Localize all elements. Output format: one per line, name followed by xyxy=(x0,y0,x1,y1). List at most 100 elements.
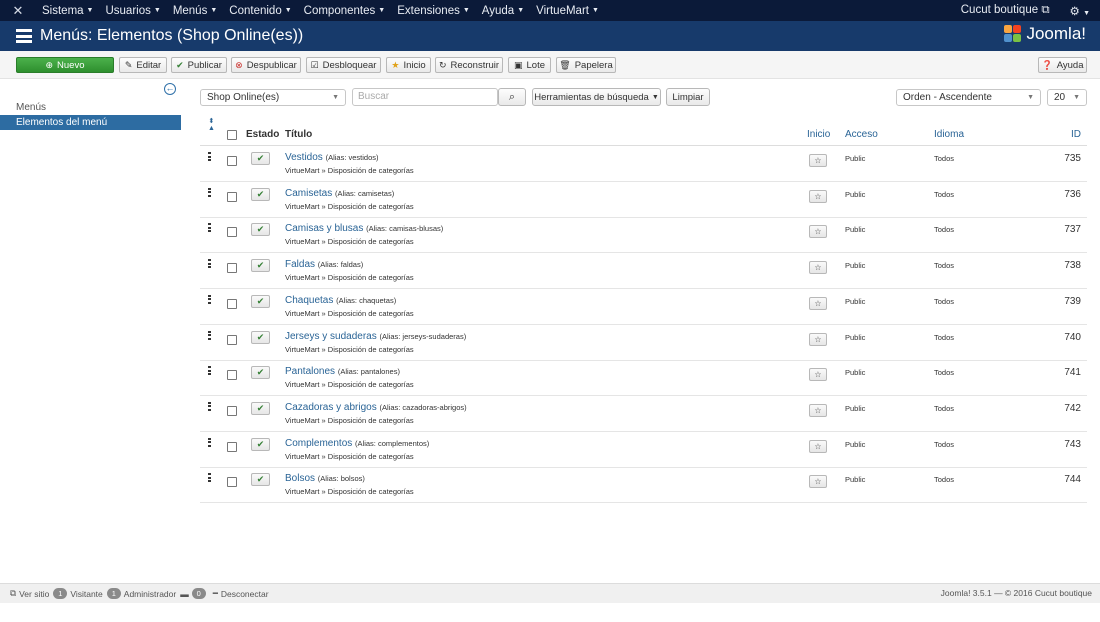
item-title-link[interactable]: Chaquetas xyxy=(285,295,333,306)
edit-button[interactable]: ✎ Editar xyxy=(119,57,167,73)
published-toggle[interactable]: ✔ xyxy=(251,366,270,380)
home-button[interactable]: ★ Inicio xyxy=(386,57,431,73)
ordering-select[interactable]: Orden - Ascendente ▼ xyxy=(896,89,1041,106)
logout-link[interactable]: ━ Desconectar xyxy=(213,588,269,599)
messages-status[interactable]: ▬ 0 xyxy=(180,588,209,599)
view-site-link[interactable]: ⧉ Ver sitio xyxy=(10,588,49,599)
item-access: Public xyxy=(845,261,866,271)
set-home-button[interactable]: ☆ xyxy=(809,332,827,346)
collapse-sidebar-icon[interactable]: ← xyxy=(164,83,176,95)
item-title-link[interactable]: Camisetas xyxy=(285,188,332,199)
column-home[interactable]: Inicio xyxy=(807,129,830,140)
set-home-button[interactable]: ☆ xyxy=(809,475,827,489)
item-alias: (Alias: chaquetas) xyxy=(336,295,397,305)
alias-value: cazadoras-abrigos xyxy=(402,402,465,412)
help-button[interactable]: ❓ Ayuda xyxy=(1038,57,1087,73)
drag-handle-icon[interactable] xyxy=(208,401,211,411)
new-button[interactable]: ⊕ Nuevo xyxy=(16,57,114,73)
item-title-link[interactable]: Vestidos xyxy=(285,152,323,163)
set-home-button[interactable]: ☆ xyxy=(809,154,827,167)
topmenu-3[interactable]: Contenido ▼ xyxy=(223,5,297,17)
set-home-button[interactable]: ☆ xyxy=(809,296,827,310)
search-tools-button[interactable]: Herramientas de búsqueda ▼ xyxy=(532,88,661,106)
drag-handle-icon[interactable] xyxy=(208,223,211,233)
published-toggle[interactable]: ✔ xyxy=(251,437,270,451)
row-checkbox[interactable] xyxy=(227,156,237,166)
rebuild-button[interactable]: ↻ Reconstruir xyxy=(435,57,503,73)
joomla-x-icon[interactable]: ✕ xyxy=(0,3,36,19)
published-toggle[interactable]: ✔ xyxy=(251,152,270,165)
checkin-button[interactable]: ☑ Desbloquear xyxy=(306,57,381,73)
publish-button[interactable]: ✔ Publicar xyxy=(171,57,227,73)
published-toggle[interactable]: ✔ xyxy=(251,401,270,415)
alias-prefix: (Alias: xyxy=(336,295,360,305)
row-checkbox[interactable] xyxy=(227,441,237,452)
set-home-button[interactable]: ☆ xyxy=(809,403,827,417)
row-checkbox[interactable] xyxy=(227,370,237,381)
set-home-button[interactable]: ☆ xyxy=(809,368,827,382)
drag-handle-icon[interactable] xyxy=(208,187,211,197)
published-toggle[interactable]: ✔ xyxy=(251,330,270,344)
set-home-button[interactable]: ☆ xyxy=(809,439,827,453)
caret-down-icon: ▼ xyxy=(86,6,94,14)
drag-handle-icon[interactable] xyxy=(208,437,211,447)
column-language[interactable]: Idioma xyxy=(934,129,964,140)
alias-value: faldas xyxy=(340,260,361,270)
set-home-button[interactable]: ☆ xyxy=(809,225,827,239)
item-title-link[interactable]: Faldas xyxy=(285,259,315,270)
limit-select[interactable]: 20 ▼ xyxy=(1047,89,1087,106)
trash-button[interactable]: 🗑 Papelera xyxy=(556,57,616,73)
item-title-link[interactable]: Bolsos xyxy=(285,473,315,484)
topmenu-4[interactable]: Componentes ▼ xyxy=(298,5,392,17)
unpublish-button[interactable]: ⊗ Despublicar xyxy=(231,57,301,73)
row-checkbox[interactable] xyxy=(227,191,237,202)
select-all-checkbox[interactable] xyxy=(227,130,237,140)
search-input[interactable]: Buscar xyxy=(352,88,498,106)
settings-menu[interactable]: ⚙ ▼ xyxy=(1060,4,1100,18)
drag-handle-icon[interactable] xyxy=(208,366,211,376)
published-toggle[interactable]: ✔ xyxy=(251,223,270,237)
row-checkbox[interactable] xyxy=(227,405,237,416)
column-id[interactable]: ID xyxy=(1071,129,1081,140)
set-home-button[interactable]: ☆ xyxy=(809,261,827,275)
row-checkbox[interactable] xyxy=(227,334,237,345)
drag-handle-icon[interactable] xyxy=(208,259,211,269)
item-title-link[interactable]: Pantalones xyxy=(285,366,335,377)
drag-handle-icon[interactable] xyxy=(208,152,211,161)
drag-handle-icon[interactable] xyxy=(208,473,211,483)
item-title-link[interactable]: Complementos xyxy=(285,438,352,449)
clear-button[interactable]: Limpiar xyxy=(666,88,710,106)
sidebar-item-menu-items[interactable]: Elementos del menú xyxy=(0,115,181,130)
column-access[interactable]: Acceso xyxy=(845,129,878,140)
topmenu-5[interactable]: Extensiones ▼ xyxy=(391,5,476,17)
row-checkbox[interactable] xyxy=(227,263,237,274)
row-checkbox[interactable] xyxy=(227,227,237,238)
drag-handle-icon[interactable] xyxy=(208,330,211,340)
published-toggle[interactable]: ✔ xyxy=(251,259,270,273)
star-outline-icon: ☆ xyxy=(814,334,822,344)
set-home-button[interactable]: ☆ xyxy=(809,189,827,203)
item-title-link[interactable]: Cazadoras y abrigos xyxy=(285,402,377,413)
alias-value: pantalones xyxy=(360,367,398,377)
published-toggle[interactable]: ✔ xyxy=(251,473,270,487)
item-title-link[interactable]: Jerseys y sudaderas xyxy=(285,331,377,342)
topmenu-2[interactable]: Menús ▼ xyxy=(167,5,223,17)
topmenu-0[interactable]: Sistema ▼ xyxy=(36,5,99,17)
item-alias: (Alias: bolsos) xyxy=(317,474,365,484)
published-toggle[interactable]: ✔ xyxy=(251,294,270,308)
column-status[interactable]: Estado xyxy=(246,129,279,140)
search-button[interactable]: ⌕ xyxy=(498,88,526,106)
topmenu-1[interactable]: Usuarios ▼ xyxy=(99,5,166,17)
drag-handle-icon[interactable] xyxy=(208,294,211,304)
row-checkbox[interactable] xyxy=(227,477,237,488)
topmenu-7[interactable]: VirtueMart ▼ xyxy=(530,5,605,17)
item-title-link[interactable]: Camisas y blusas xyxy=(285,223,363,234)
menu-select[interactable]: Shop Online(es) ▼ xyxy=(200,89,346,106)
batch-button[interactable]: ▣ Lote xyxy=(508,57,551,73)
row-checkbox[interactable] xyxy=(227,298,237,309)
site-link[interactable]: Cucut boutique ⧉ xyxy=(951,4,1060,17)
topmenu-6[interactable]: Ayuda ▼ xyxy=(476,5,530,17)
published-toggle[interactable]: ✔ xyxy=(251,187,270,201)
sort-order-icon[interactable]: ⬍ ▲ xyxy=(208,118,215,132)
column-title[interactable]: Título xyxy=(285,129,312,140)
